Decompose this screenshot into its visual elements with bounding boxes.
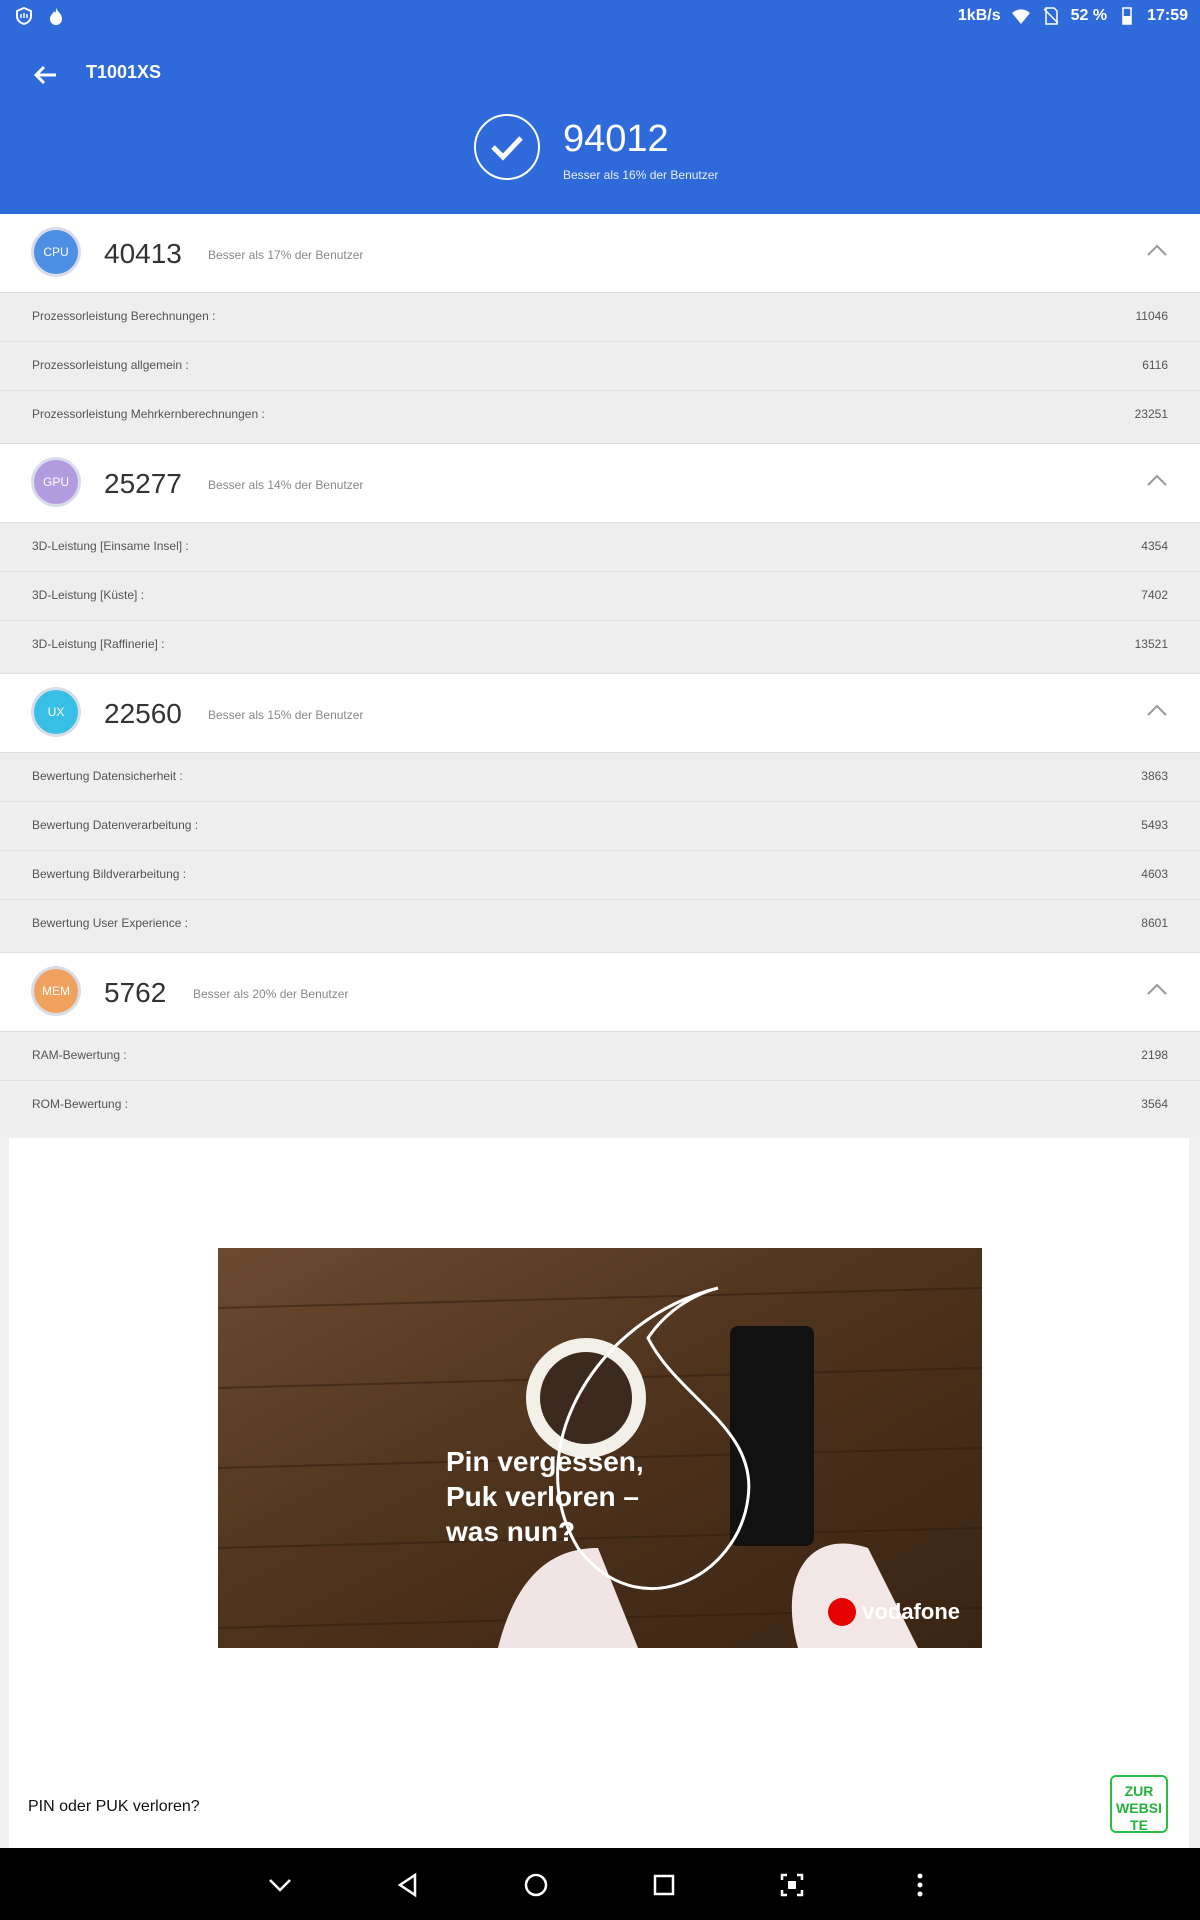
screenshot-icon[interactable] — [777, 1870, 807, 1900]
table-row: Bewertung Datenverarbeitung :5493 — [0, 802, 1200, 851]
vodafone-logo-icon — [828, 1598, 857, 1626]
gpu-score: 25277 — [104, 468, 182, 499]
ux-subtitle: Besser als 15% der Benutzer — [208, 708, 364, 722]
table-row: Prozessorleistung Berechnungen :11046 — [0, 293, 1200, 342]
ux-badge: UX — [34, 690, 78, 734]
section-mem[interactable]: MEM 5762 Besser als 20% der Benutzer — [0, 953, 1200, 1032]
device-name: T1001XS — [86, 62, 162, 82]
status-bar: 1kB/s 52 % 17:59 — [0, 0, 1200, 32]
back-triangle-icon[interactable] — [393, 1870, 423, 1900]
chevron-up-icon[interactable] — [1146, 702, 1168, 718]
table-row: RAM-Bewertung :2198 — [0, 1032, 1200, 1081]
cpu-score: 40413 — [104, 238, 182, 269]
more-vert-icon[interactable] — [905, 1870, 935, 1900]
back-arrow-icon[interactable] — [30, 60, 60, 90]
ad-image[interactable]: Pin vergessen, Puk verloren – was nun? v… — [218, 1248, 982, 1648]
table-row: Prozessorleistung allgemein :6116 — [0, 342, 1200, 391]
total-subtitle: Besser als 16% der Benutzer — [563, 168, 719, 182]
table-row: 3D-Leistung [Einsame Insel] :4354 — [0, 523, 1200, 572]
ad-brand: vodafone — [828, 1598, 960, 1626]
battery-icon — [1122, 7, 1132, 25]
home-circle-icon[interactable] — [521, 1870, 551, 1900]
clock: 17:59 — [1147, 7, 1188, 24]
chevron-down-icon[interactable] — [265, 1870, 295, 1900]
table-row: Bewertung User Experience :8601 — [0, 900, 1200, 953]
cpu-badge: CPU — [34, 230, 78, 274]
section-gpu[interactable]: GPU 25277 Besser als 14% der Benutzer — [0, 444, 1200, 523]
table-row: Bewertung Datensicherheit :3863 — [0, 753, 1200, 802]
visit-website-button[interactable]: ZUR WEBSI TE — [1110, 1775, 1168, 1833]
gpu-badge: GPU — [34, 460, 78, 504]
cpu-subtitle: Besser als 17% der Benutzer — [208, 248, 364, 262]
mem-subtitle: Besser als 20% der Benutzer — [193, 987, 349, 1001]
total-score: 94012 — [563, 118, 669, 160]
chevron-up-icon[interactable] — [1146, 242, 1168, 258]
system-nav-bar — [0, 1848, 1200, 1920]
ux-score: 22560 — [104, 698, 182, 729]
mem-badge: MEM — [34, 969, 78, 1013]
battery-percent: 52 % — [1070, 7, 1108, 24]
net-speed: 1kB/s — [957, 7, 1001, 24]
chevron-up-icon[interactable] — [1146, 472, 1168, 488]
chevron-up-icon[interactable] — [1146, 981, 1168, 997]
table-row: Bewertung Bildverarbeitung :4603 — [0, 851, 1200, 900]
table-row: 3D-Leistung [Raffinerie] :13521 — [0, 621, 1200, 674]
shield-hand-icon — [16, 6, 32, 26]
section-ux[interactable]: UX 22560 Besser als 15% der Benutzer — [0, 674, 1200, 753]
section-cpu[interactable]: CPU 40413 Besser als 17% der Benutzer — [0, 214, 1200, 293]
ad-caption: PIN oder PUK verloren? — [28, 1798, 200, 1815]
ad-headline: Pin vergessen, Puk verloren – was nun? — [446, 1446, 644, 1547]
gpu-subtitle: Besser als 14% der Benutzer — [208, 478, 364, 492]
mem-score: 5762 — [104, 977, 167, 1008]
fire-icon — [50, 8, 62, 25]
table-row: Prozessorleistung Mehrkernberechnungen :… — [0, 391, 1200, 444]
wifi-icon — [1011, 9, 1030, 24]
recents-square-icon[interactable] — [649, 1870, 679, 1900]
app-header: T1001XS 94012 Besser als 16% der Benutze… — [0, 32, 1200, 214]
table-row: ROM-Bewertung :3564 — [0, 1081, 1200, 1137]
ad-banner[interactable]: Pin vergessen, Puk verloren – was nun? v… — [9, 1138, 1189, 1848]
check-circle-icon — [474, 114, 540, 180]
no-sim-icon — [1043, 7, 1059, 25]
table-row: 3D-Leistung [Küste] :7402 — [0, 572, 1200, 621]
